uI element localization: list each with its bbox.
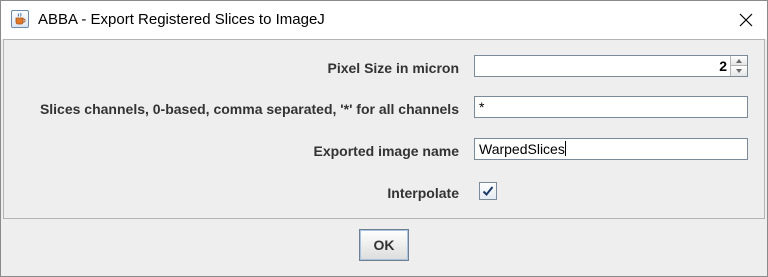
chevron-down-icon — [736, 69, 742, 73]
image-name-value[interactable]: WarpedSlices — [479, 141, 565, 157]
text-caret — [564, 141, 566, 156]
spinner-down-button[interactable] — [731, 66, 747, 76]
java-cup-icon — [11, 10, 29, 28]
window-title: ABBA - Export Registered Slices to Image… — [38, 11, 325, 28]
ok-button[interactable]: OK — [359, 229, 409, 261]
image-name-label: Exported image name — [313, 143, 460, 159]
interpolate-checkbox[interactable] — [479, 182, 497, 200]
chevron-up-icon — [736, 59, 742, 63]
slices-channels-input[interactable]: * — [474, 96, 748, 118]
close-button[interactable] — [735, 9, 757, 31]
checkmark-icon — [482, 186, 494, 196]
spinner-buttons — [730, 56, 747, 76]
image-name-input[interactable]: WarpedSlices — [474, 138, 748, 160]
close-icon — [739, 13, 753, 27]
spinner-up-button[interactable] — [731, 56, 747, 66]
pixel-size-label: Pixel Size in micron — [327, 60, 460, 76]
title-bar[interactable]: ABBA - Export Registered Slices to Image… — [1, 1, 767, 39]
pixel-size-spinner[interactable]: 2 — [474, 55, 748, 77]
pixel-size-value[interactable]: 2 — [719, 56, 727, 76]
interpolate-label: Interpolate — [387, 185, 459, 201]
dialog-window: ABBA - Export Registered Slices to Image… — [0, 0, 768, 277]
form-panel: Pixel Size in micron 2 Slices channels, … — [3, 39, 765, 219]
slices-channels-label: Slices channels, 0-based, comma separate… — [39, 101, 459, 117]
